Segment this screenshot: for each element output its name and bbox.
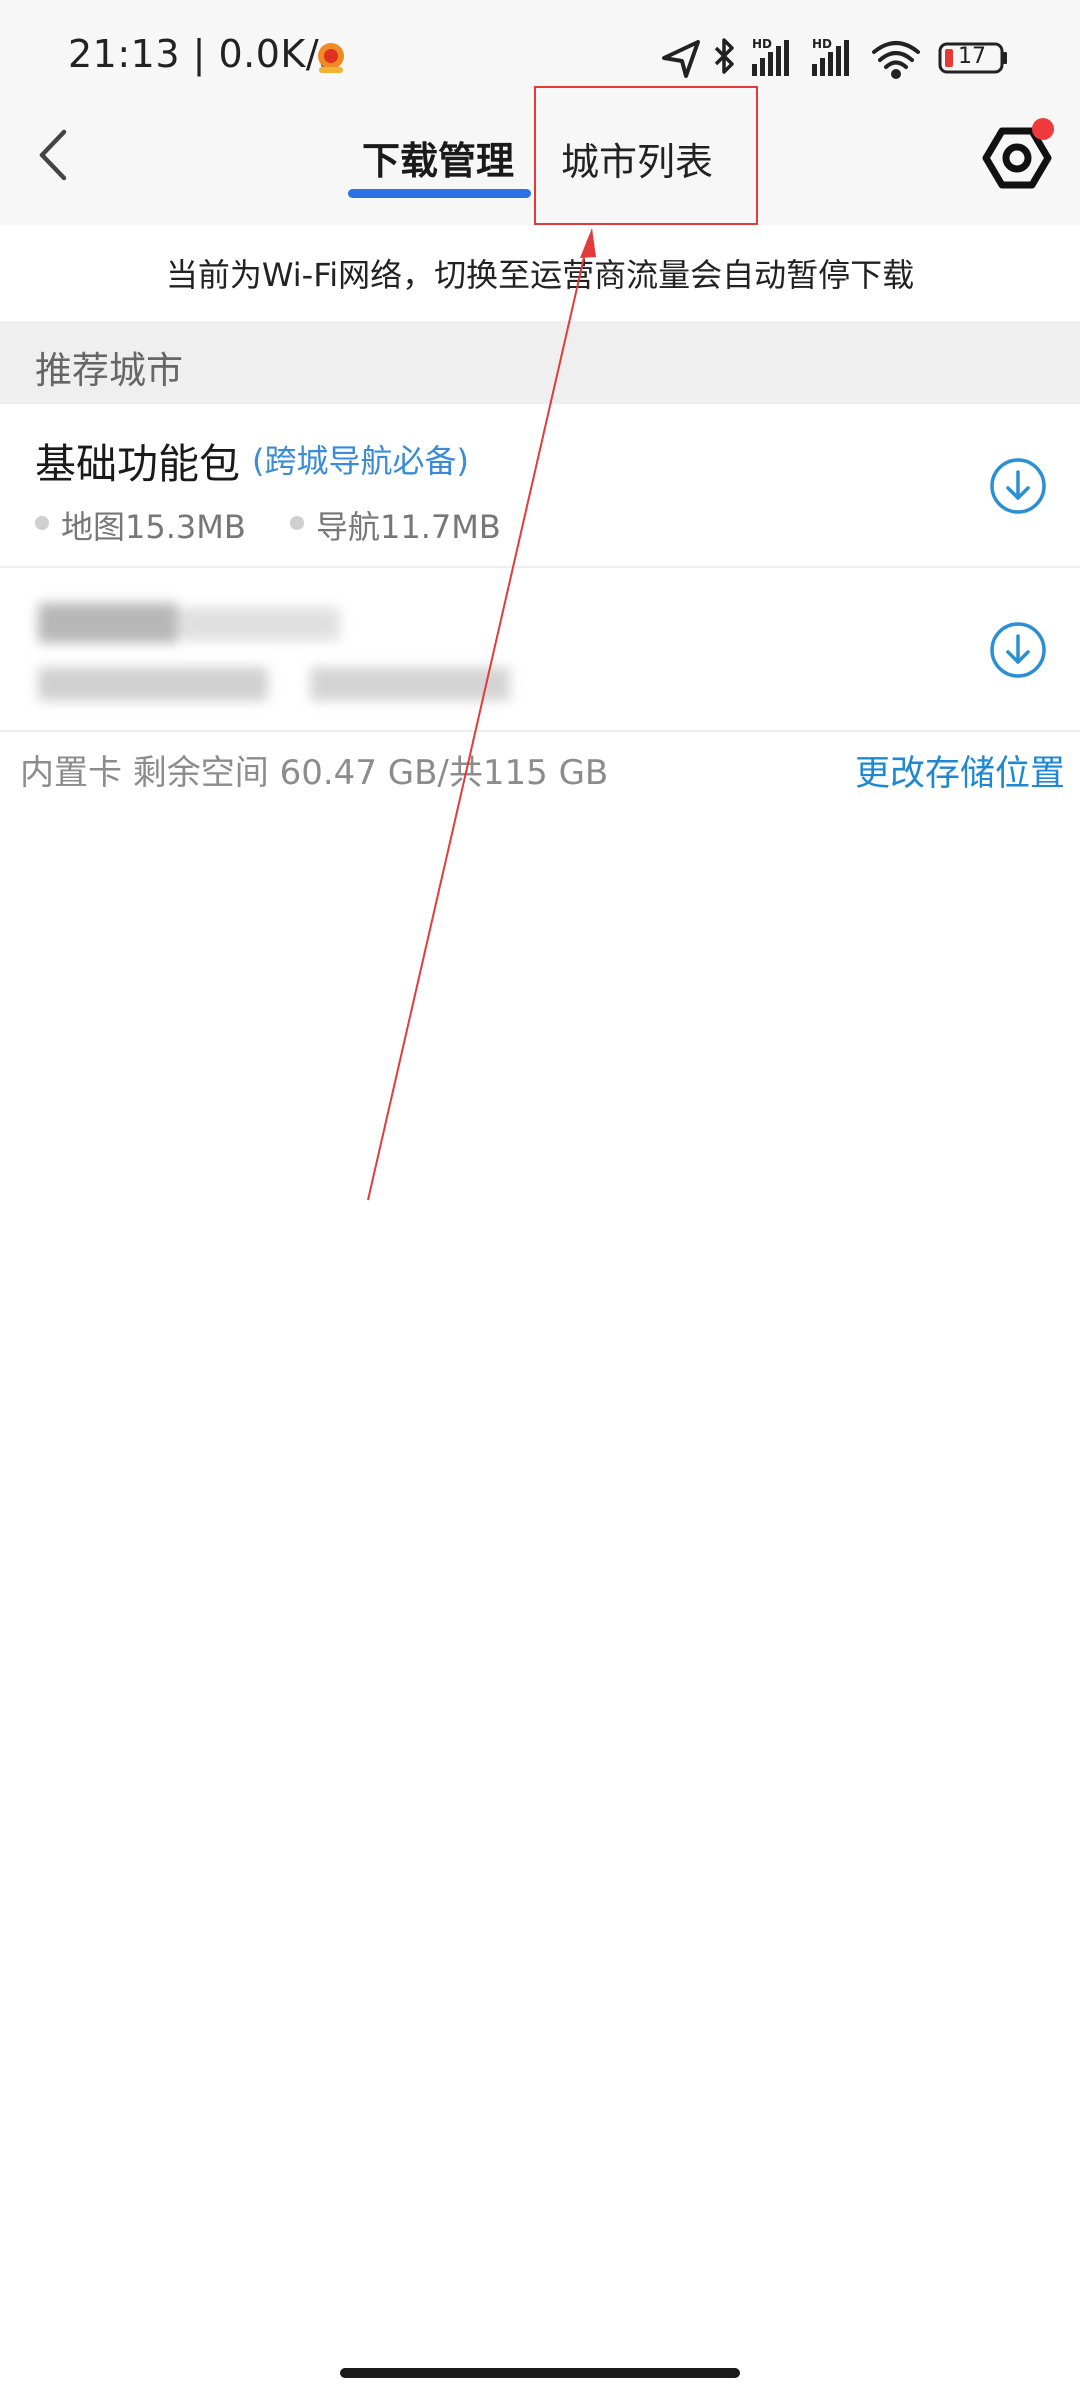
download-icon: [990, 458, 1046, 514]
home-indicator: [340, 2368, 740, 2378]
status-time: 21:13 | 0.0K/s: [68, 32, 340, 76]
download-icon: [990, 622, 1046, 678]
svg-text:HD: HD: [752, 37, 772, 51]
notification-dot: [1032, 118, 1054, 140]
nav-size: 导航11.7MB: [316, 508, 501, 546]
storage-info: 内置卡 剩余空间 60.47 GB/共115 GB: [20, 753, 609, 793]
app-notification-icon: [318, 43, 344, 73]
change-storage-link[interactable]: 更改存储位置: [855, 745, 1065, 796]
bullet-dot: [35, 516, 49, 530]
bluetooth-icon: [714, 38, 734, 74]
section-title: 推荐城市: [35, 349, 183, 392]
battery-level: 17: [958, 44, 986, 69]
download-button[interactable]: [988, 620, 1048, 680]
download-button[interactable]: [988, 456, 1048, 516]
back-button[interactable]: [28, 120, 78, 190]
bullet-dot: [290, 516, 304, 530]
active-tab-indicator: [348, 189, 531, 198]
location-icon: [662, 40, 700, 78]
svg-text:HD: HD: [812, 37, 832, 51]
signal-hd-icon-2: HD: [812, 37, 849, 76]
item-title: 基础功能包: [35, 440, 240, 488]
annotation-highlight-box: [534, 86, 758, 225]
wifi-icon: [872, 41, 920, 79]
map-size: 地图15.3MB: [61, 508, 246, 546]
item-subtitle: (跨城导航必备): [252, 442, 469, 480]
signal-hd-icon-1: HD: [752, 37, 789, 76]
row-divider: [0, 730, 1080, 732]
tab-download-manager[interactable]: 下载管理: [362, 130, 514, 185]
redacted-content: [20, 585, 600, 715]
wifi-notice-banner: 当前为Wi-Fi网络，切换至运营商流量会自动暂停下载: [0, 225, 1080, 321]
chevron-left-icon: [39, 129, 67, 181]
